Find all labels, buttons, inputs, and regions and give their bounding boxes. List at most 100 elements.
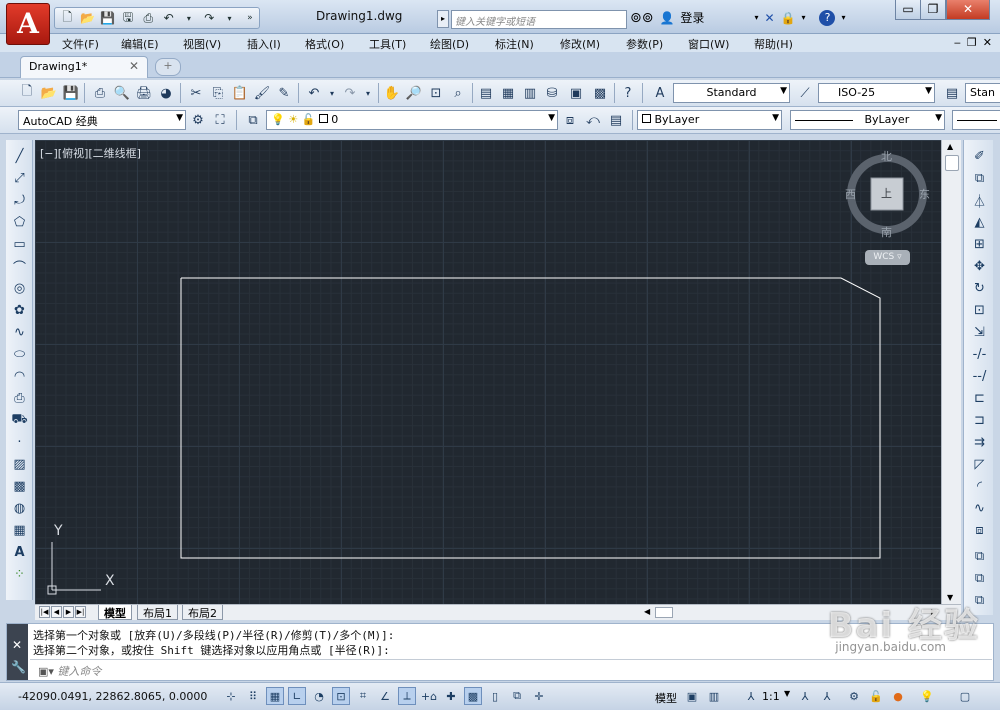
quick-view-drawings-icon[interactable]: ▥ bbox=[705, 687, 723, 705]
block-editor-icon[interactable]: ✎ bbox=[274, 83, 294, 103]
publish-icon[interactable]: 🖨 bbox=[134, 83, 154, 103]
menu-window[interactable]: 窗口(W) bbox=[688, 35, 729, 53]
dynamic-input-icon[interactable]: +⌂ bbox=[420, 687, 438, 705]
workspace-select[interactable]: AutoCAD 经典 ▼ bbox=[18, 110, 186, 130]
tab-model[interactable]: 模型 bbox=[98, 605, 132, 620]
properties-icon[interactable]: ▤ bbox=[476, 83, 496, 103]
region-icon[interactable]: ◍ bbox=[9, 498, 30, 518]
draw-order-back-icon[interactable]: ⧉ bbox=[969, 568, 990, 588]
clean-screen-status-icon[interactable]: ▢ bbox=[956, 687, 974, 705]
design-center-icon[interactable]: ▦ bbox=[498, 83, 518, 103]
redo-tb-icon[interactable]: ↷ bbox=[340, 83, 360, 103]
annotation-scale-value[interactable]: 1:1 bbox=[762, 690, 780, 703]
copy-object-icon[interactable]: ⧉ bbox=[969, 168, 990, 188]
spline-icon[interactable]: ∿ bbox=[9, 322, 30, 342]
search-input[interactable]: 键入关键字或短语 bbox=[451, 10, 627, 29]
scroll-up-icon[interactable]: ▲ bbox=[947, 142, 953, 151]
array-icon[interactable]: ⊞ bbox=[969, 234, 990, 254]
zoom-previous-icon[interactable]: ⌕ bbox=[448, 83, 468, 103]
close-button[interactable]: ✕ bbox=[946, 0, 990, 20]
compass-west[interactable]: 西 bbox=[845, 186, 856, 202]
saveas-icon[interactable]: 🖫 bbox=[119, 9, 137, 27]
help-dropdown-icon[interactable]: ▾ bbox=[841, 13, 845, 22]
redo-dropdown-icon[interactable]: ▾ bbox=[220, 9, 238, 27]
save-icon[interactable]: 💾 bbox=[99, 9, 117, 27]
rotate-icon[interactable]: ↻ bbox=[969, 278, 990, 298]
cut-icon[interactable]: ✂ bbox=[186, 83, 206, 103]
undo-tb-dropdown-icon[interactable]: ▾ bbox=[322, 83, 342, 103]
3d-print-icon[interactable]: ◕ bbox=[156, 83, 176, 103]
annotation-scale-icon[interactable]: ⅄ bbox=[742, 687, 760, 705]
plot-icon[interactable]: ⎙ bbox=[90, 83, 110, 103]
copy-icon[interactable]: ⎘ bbox=[208, 83, 228, 103]
menu-parametric[interactable]: 参数(P) bbox=[626, 35, 663, 53]
extend-icon[interactable]: --/ bbox=[969, 366, 990, 386]
binoculars-icon[interactable]: ⊚⊚ bbox=[630, 10, 653, 26]
undo-icon[interactable]: ↶ bbox=[159, 9, 177, 27]
scale-icon[interactable]: ⊡ bbox=[969, 300, 990, 320]
coordinate-readout[interactable]: -42090.0491, 22862.8065, 0.0000 bbox=[18, 690, 207, 703]
model-space-label[interactable]: 模型 bbox=[655, 690, 677, 706]
circle-icon[interactable]: ◎ bbox=[9, 278, 30, 298]
compass-north[interactable]: 北 bbox=[881, 148, 892, 164]
doc-minimize-button[interactable]: ‒ bbox=[954, 36, 961, 49]
dynamic-ucs-icon[interactable]: ⟂ bbox=[398, 687, 416, 705]
explode-icon[interactable]: ⧈ bbox=[969, 520, 990, 540]
line-icon[interactable]: ╱ bbox=[9, 146, 30, 166]
match-properties-icon[interactable]: 🖌 bbox=[252, 83, 272, 103]
compass-east[interactable]: 东 bbox=[919, 186, 930, 202]
menu-draw[interactable]: 绘图(D) bbox=[430, 35, 469, 53]
ortho-mode-icon[interactable]: ∟ bbox=[288, 687, 306, 705]
tab-layout1[interactable]: 布局1 bbox=[137, 605, 178, 620]
redo-icon[interactable]: ↷ bbox=[200, 9, 218, 27]
application-menu-button[interactable]: A bbox=[6, 3, 50, 45]
make-block-icon[interactable]: ⛟ bbox=[9, 410, 30, 430]
annotation-scale-dropdown-icon[interactable]: ▼ bbox=[784, 689, 790, 698]
polar-tracking-icon[interactable]: ◔ bbox=[310, 687, 328, 705]
workspace-settings-icon[interactable]: ⚙ bbox=[188, 110, 208, 130]
add-selected-icon[interactable]: ⁘ bbox=[9, 564, 30, 584]
first-layout-icon[interactable]: |◀ bbox=[39, 606, 50, 618]
user-icon[interactable]: 👤 bbox=[659, 11, 674, 25]
search-expand-icon[interactable]: ▸ bbox=[437, 10, 449, 28]
menu-format[interactable]: 格式(O) bbox=[305, 35, 344, 53]
lock-dropdown-icon[interactable]: ▾ bbox=[801, 13, 805, 22]
blend-curves-icon[interactable]: ∿ bbox=[969, 498, 990, 518]
draw-order-front-icon[interactable]: ⧉ bbox=[969, 546, 990, 566]
menu-help[interactable]: 帮助(H) bbox=[754, 35, 793, 53]
revision-cloud-icon[interactable]: ✿ bbox=[9, 300, 30, 320]
menu-view[interactable]: 视图(V) bbox=[183, 35, 221, 53]
text-style-select[interactable]: Standard ▼ bbox=[673, 83, 790, 103]
tab-close-icon[interactable]: ✕ bbox=[129, 59, 139, 73]
restore-button[interactable]: ❐ bbox=[920, 0, 946, 20]
login-label[interactable]: 登录 bbox=[680, 9, 704, 26]
gradient-icon[interactable]: ▩ bbox=[9, 476, 30, 496]
ellipse-arc-icon[interactable]: ◠ bbox=[9, 366, 30, 386]
polygon-icon[interactable]: ⬠ bbox=[9, 212, 30, 232]
help-icon[interactable]: ? bbox=[819, 9, 836, 26]
tab-layout2[interactable]: 布局2 bbox=[182, 605, 223, 620]
stretch-icon[interactable]: ⇲ bbox=[969, 322, 990, 342]
object-snap-tracking-icon[interactable]: ∠ bbox=[376, 687, 394, 705]
lineweight-select[interactable] bbox=[952, 110, 1000, 130]
layer-select[interactable]: 💡 ☀ 🔓 0 ▼ bbox=[266, 110, 558, 130]
text-style-icon[interactable]: A bbox=[650, 83, 670, 103]
tool-palettes-icon[interactable]: ▥ bbox=[520, 83, 540, 103]
multiline-text-icon[interactable]: A bbox=[9, 542, 30, 562]
table-icon[interactable]: ▦ bbox=[9, 520, 30, 540]
erase-icon[interactable]: ✐ bbox=[969, 146, 990, 166]
undo-tb-icon[interactable]: ↶ bbox=[304, 83, 324, 103]
clean-screen-icon[interactable]: ⛶ bbox=[210, 110, 230, 130]
plot-preview-icon[interactable]: 🔍 bbox=[112, 83, 132, 103]
new-tab-button[interactable]: + bbox=[155, 58, 181, 76]
dim-style-select[interactable]: ISO-25 ▼ bbox=[818, 83, 935, 103]
quickcalc-icon[interactable]: ▩ bbox=[590, 83, 610, 103]
print-icon[interactable]: ⎙ bbox=[139, 9, 157, 27]
redo-tb-dropdown-icon[interactable]: ▾ bbox=[358, 83, 378, 103]
minimize-button[interactable]: ▭ bbox=[895, 0, 921, 20]
save-file-icon[interactable]: 💾 bbox=[61, 83, 81, 103]
customize-icon[interactable]: 🔧 bbox=[11, 660, 26, 674]
annotation-monitor-icon[interactable]: ✛ bbox=[530, 687, 548, 705]
insert-block-icon[interactable]: ⎙ bbox=[9, 388, 30, 408]
command-input[interactable]: ▣▾ 键入命令 bbox=[30, 659, 992, 679]
